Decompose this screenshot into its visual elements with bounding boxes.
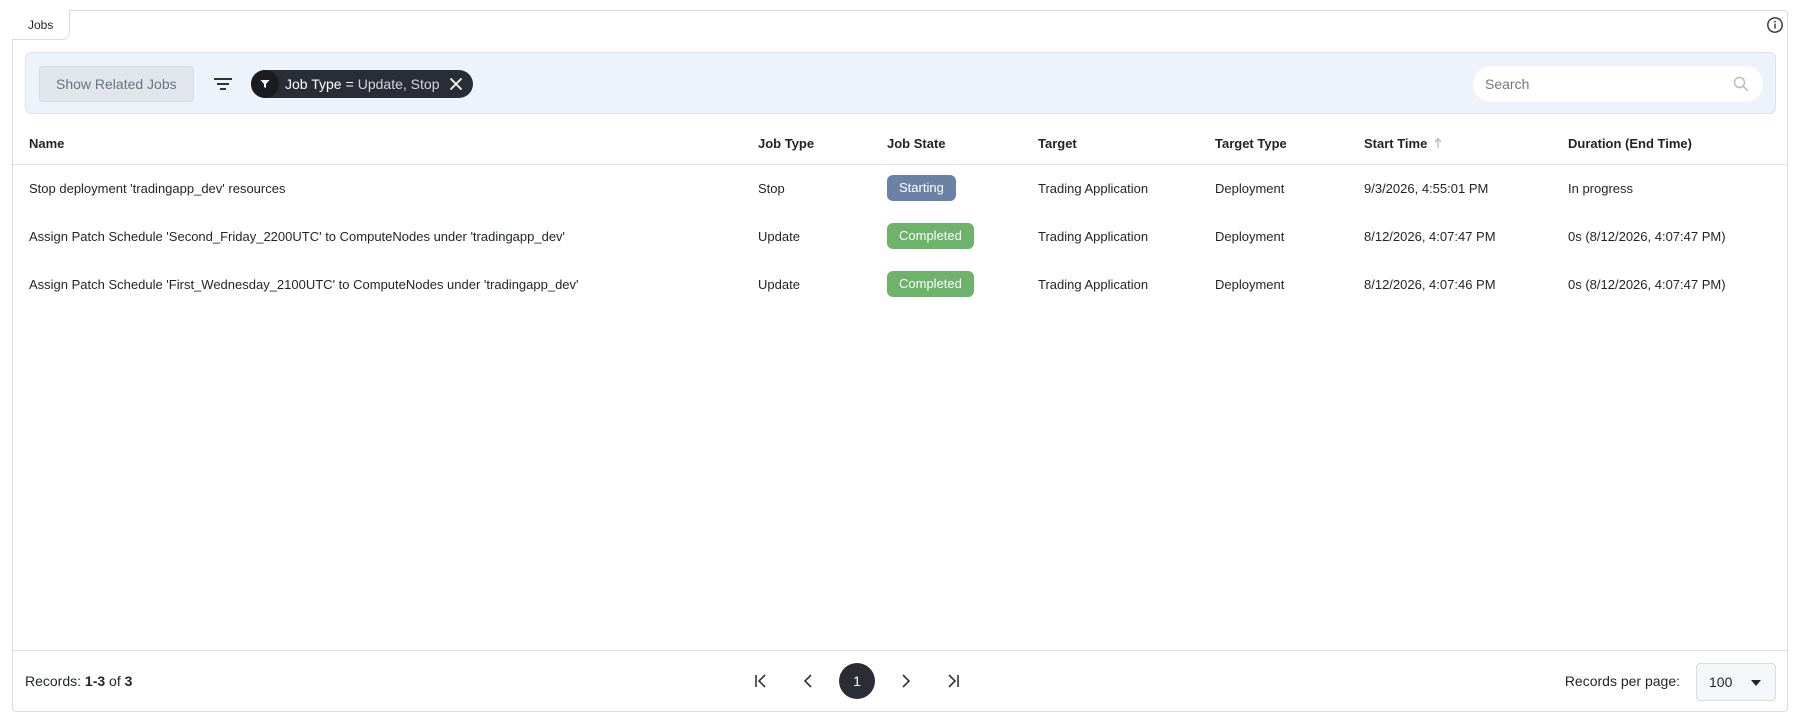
cell-job-type: Update: [758, 228, 800, 244]
column-header-start-time[interactable]: Start Time: [1348, 124, 1552, 165]
status-badge: Completed: [887, 271, 974, 297]
column-header-name[interactable]: Name: [13, 124, 742, 165]
jobs-tab[interactable]: Jobs: [12, 10, 71, 40]
table-row[interactable]: Assign Patch Schedule 'First_Wednesday_2…: [13, 260, 1788, 308]
show-related-jobs-button[interactable]: Show Related Jobs: [39, 66, 194, 102]
caret-down-icon: [1751, 680, 1761, 686]
cell-name: Assign Patch Schedule 'Second_Friday_220…: [29, 228, 566, 244]
column-header-target-type[interactable]: Target Type: [1199, 124, 1348, 165]
table-footer: Records: 1-3 of 3 1 Records per page: 10…: [13, 650, 1788, 712]
column-header-target[interactable]: Target: [1022, 124, 1199, 165]
pagination: 1: [743, 663, 971, 699]
cell-duration: 0s (8/12/2026, 4:07:47 PM): [1568, 228, 1726, 244]
search-box: [1473, 66, 1763, 102]
first-page-button[interactable]: [743, 663, 779, 699]
cell-name: Stop deployment 'tradingapp_dev' resourc…: [29, 180, 286, 196]
column-header-start-time-label: Start Time: [1364, 136, 1428, 152]
records-per-page-select[interactable]: 100: [1696, 663, 1776, 701]
records-of: of: [109, 673, 121, 689]
first-page-icon: [755, 674, 766, 688]
cell-start-time: 8/12/2026, 4:07:47 PM: [1364, 228, 1496, 244]
status-badge: Completed: [887, 223, 974, 249]
next-page-button[interactable]: [887, 663, 923, 699]
records-prefix: Records:: [25, 673, 82, 689]
arrow-up-icon[interactable]: [1433, 137, 1443, 149]
cell-start-time: 9/3/2026, 4:55:01 PM: [1364, 180, 1489, 196]
jobs-panel: [12, 10, 1788, 712]
records-summary: Records: 1-3 of 3: [25, 673, 132, 689]
last-page-icon: [948, 674, 959, 688]
cell-job-type: Update: [758, 276, 800, 292]
cell-start-time: 8/12/2026, 4:07:46 PM: [1364, 276, 1496, 292]
search-icon[interactable]: [1733, 76, 1749, 92]
table-row[interactable]: Assign Patch Schedule 'Second_Friday_220…: [13, 212, 1788, 260]
cell-target-type: Deployment: [1215, 180, 1285, 196]
prev-page-button[interactable]: [791, 663, 827, 699]
cell-target: Trading Application: [1038, 276, 1149, 292]
filter-chip-value: Update, Stop: [357, 76, 440, 92]
jobs-table: Name Job Type Job State Target Target Ty…: [13, 124, 1788, 308]
cell-name: Assign Patch Schedule 'First_Wednesday_2…: [29, 276, 579, 292]
last-page-button[interactable]: [935, 663, 971, 699]
cell-target: Trading Application: [1038, 228, 1149, 244]
page-button-current[interactable]: 1: [839, 663, 875, 699]
cell-job-state: Starting: [871, 164, 1022, 212]
cell-job-state: Completed: [871, 260, 1022, 308]
records-per-page-label: Records per page:: [1564, 673, 1680, 689]
funnel-icon: [251, 70, 279, 98]
column-header-duration[interactable]: Duration (End Time): [1552, 124, 1788, 165]
cell-duration: In progress: [1568, 180, 1634, 196]
filter-chip-operator: =: [345, 76, 354, 92]
search-input[interactable]: [1473, 66, 1713, 102]
filter-lines-icon[interactable]: [212, 73, 234, 95]
jobs-toolbar: Show Related Jobs Job Type = Update, Sto…: [25, 52, 1776, 114]
column-header-job-state[interactable]: Job State: [871, 124, 1022, 165]
cell-job-type: Stop: [758, 180, 785, 196]
cell-target: Trading Application: [1038, 180, 1149, 196]
filter-chip-job-type[interactable]: Job Type = Update, Stop: [251, 70, 474, 98]
status-badge: Starting: [887, 175, 956, 202]
records-range: 1-3: [84, 673, 106, 689]
table-header-row: Name Job Type Job State Target Target Ty…: [13, 124, 1788, 165]
close-icon[interactable]: [449, 77, 463, 91]
filter-chip-key: Job Type: [285, 76, 342, 92]
cell-duration: 0s (8/12/2026, 4:07:47 PM): [1568, 276, 1726, 292]
chevron-right-icon: [902, 674, 911, 688]
chevron-left-icon: [803, 674, 812, 688]
cell-job-state: Completed: [871, 212, 1022, 260]
info-icon[interactable]: [1766, 16, 1784, 34]
table-row[interactable]: Stop deployment 'tradingapp_dev' resourc…: [13, 164, 1788, 212]
cell-target-type: Deployment: [1215, 228, 1285, 244]
column-header-job-type[interactable]: Job Type: [742, 124, 871, 165]
records-total: 3: [124, 673, 133, 689]
cell-target-type: Deployment: [1215, 276, 1285, 292]
records-per-page-value: 100: [1709, 674, 1733, 690]
